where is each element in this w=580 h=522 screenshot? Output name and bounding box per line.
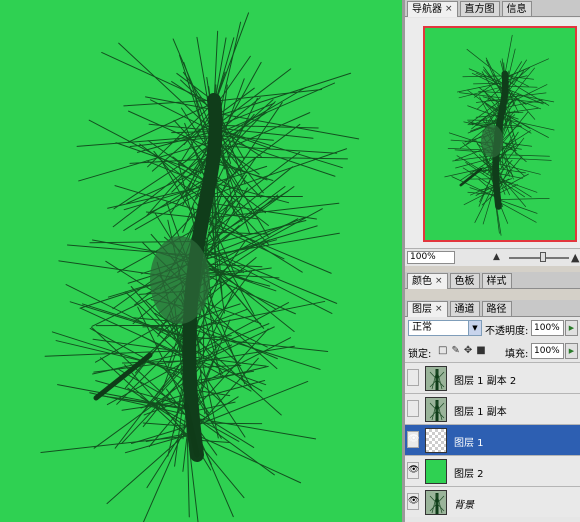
tab-color-label: 颜色	[412, 276, 432, 287]
opacity-label: 不透明度:	[485, 326, 529, 337]
navigator-view-box[interactable]	[423, 26, 577, 242]
navigator-preview-area	[405, 18, 580, 248]
zoom-out-icon[interactable]: ▲	[493, 252, 500, 262]
layer-name: 图层 1 副本	[454, 407, 507, 418]
layer-thumbnail	[425, 428, 447, 453]
tab-color[interactable]: 颜色 ×	[407, 273, 448, 289]
tab-layers-label: 图层	[412, 304, 432, 315]
tab-swatches[interactable]: 色板	[449, 273, 480, 288]
visibility-toggle[interactable]	[407, 400, 419, 417]
lock-fill-row: 锁定: □ ✎ ✥ ■ 填充: 100% ▶	[405, 341, 580, 361]
navigator-thumbnail	[444, 34, 555, 236]
lock-all-icon[interactable]: ■	[476, 345, 485, 356]
layer-row-layer-2[interactable]: 👁 图层 2	[405, 455, 580, 486]
layer-name: 背景	[454, 500, 474, 511]
tab-histogram-label: 直方图	[464, 3, 495, 15]
eye-icon[interactable]: 👁	[407, 493, 419, 510]
layer-name: 图层 1 副本 2	[454, 376, 517, 387]
lock-transparency-icon[interactable]: □	[438, 345, 447, 356]
tab-paths[interactable]: 路径	[481, 301, 512, 316]
tab-info[interactable]: 信息	[501, 1, 532, 16]
tab-layers[interactable]: 图层 ×	[407, 301, 448, 317]
opacity-field[interactable]: 100%	[531, 320, 564, 336]
close-icon[interactable]: ×	[435, 303, 443, 316]
tab-info-label: 信息	[506, 3, 527, 15]
layer-thumbnail	[425, 490, 447, 515]
fill-label: 填充:	[505, 349, 529, 360]
tab-swatches-label: 色板	[454, 275, 475, 287]
layers-panel: 图层 × 通道 路径 正常 ▼ 不透明度: 100% ▶ 锁定: □ ✎ ✥ ■	[405, 300, 580, 522]
tab-channels[interactable]: 通道	[449, 301, 480, 316]
opacity-slider-button[interactable]: ▶	[565, 320, 578, 336]
tab-histogram[interactable]: 直方图	[459, 1, 500, 16]
blend-opacity-row: 正常 ▼ 不透明度: 100% ▶	[405, 318, 580, 338]
tab-styles[interactable]: 样式	[481, 273, 512, 288]
layer-row-layer-1[interactable]: 👁 图层 1	[405, 424, 580, 455]
layer-row-background[interactable]: 👁 背景	[405, 486, 580, 517]
caterpillar-image	[40, 12, 360, 522]
lock-position-icon[interactable]: ✥	[464, 345, 472, 356]
navigator-panel: 导航器 × 直方图 信息 100% ▲ ▲	[405, 0, 580, 266]
document-canvas[interactable]	[0, 0, 402, 522]
lock-label: 锁定:	[408, 349, 432, 360]
lock-image-icon[interactable]: ✎	[451, 345, 459, 356]
layer-name: 图层 2	[454, 469, 484, 480]
visibility-toggle[interactable]	[407, 369, 419, 386]
zoom-level-field[interactable]: 100%	[407, 251, 455, 264]
fill-slider-button[interactable]: ▶	[565, 343, 578, 359]
tab-paths-label: 路径	[486, 303, 507, 315]
color-panel: 颜色 × 色板 样式	[405, 272, 580, 292]
layer-thumbnail	[425, 366, 447, 391]
layers-tabs: 图层 × 通道 路径	[405, 300, 580, 317]
zoom-in-icon[interactable]: ▲	[571, 251, 579, 264]
lock-options: □ ✎ ✥ ■	[438, 345, 486, 356]
close-icon[interactable]: ×	[435, 275, 443, 288]
tab-styles-label: 样式	[486, 275, 507, 287]
layer-thumbnail	[425, 397, 447, 422]
zoom-slider-track[interactable]	[509, 257, 569, 259]
tab-navigator-label: 导航器	[412, 4, 442, 15]
tab-channels-label: 通道	[454, 303, 475, 315]
layer-thumbnail	[425, 459, 447, 484]
color-tabs: 颜色 × 色板 样式	[405, 272, 580, 289]
chevron-down-icon: ▼	[468, 321, 481, 335]
zoom-slider-thumb[interactable]	[540, 252, 546, 262]
blend-mode-select[interactable]: 正常 ▼	[408, 320, 482, 336]
layer-row-copy[interactable]: 图层 1 副本	[405, 393, 580, 424]
close-icon[interactable]: ×	[445, 3, 453, 16]
navigator-tabs: 导航器 × 直方图 信息	[405, 0, 580, 17]
layer-name: 图层 1	[454, 438, 484, 449]
fill-field[interactable]: 100%	[531, 343, 564, 359]
eye-icon[interactable]: 👁	[407, 462, 419, 479]
layer-row-copy-2[interactable]: 图层 1 副本 2	[405, 362, 580, 393]
blend-mode-value: 正常	[412, 322, 432, 333]
tab-navigator[interactable]: 导航器 ×	[407, 1, 458, 17]
eye-icon[interactable]: 👁	[407, 431, 419, 448]
navigator-zoom-bar: 100% ▲ ▲	[405, 248, 580, 266]
